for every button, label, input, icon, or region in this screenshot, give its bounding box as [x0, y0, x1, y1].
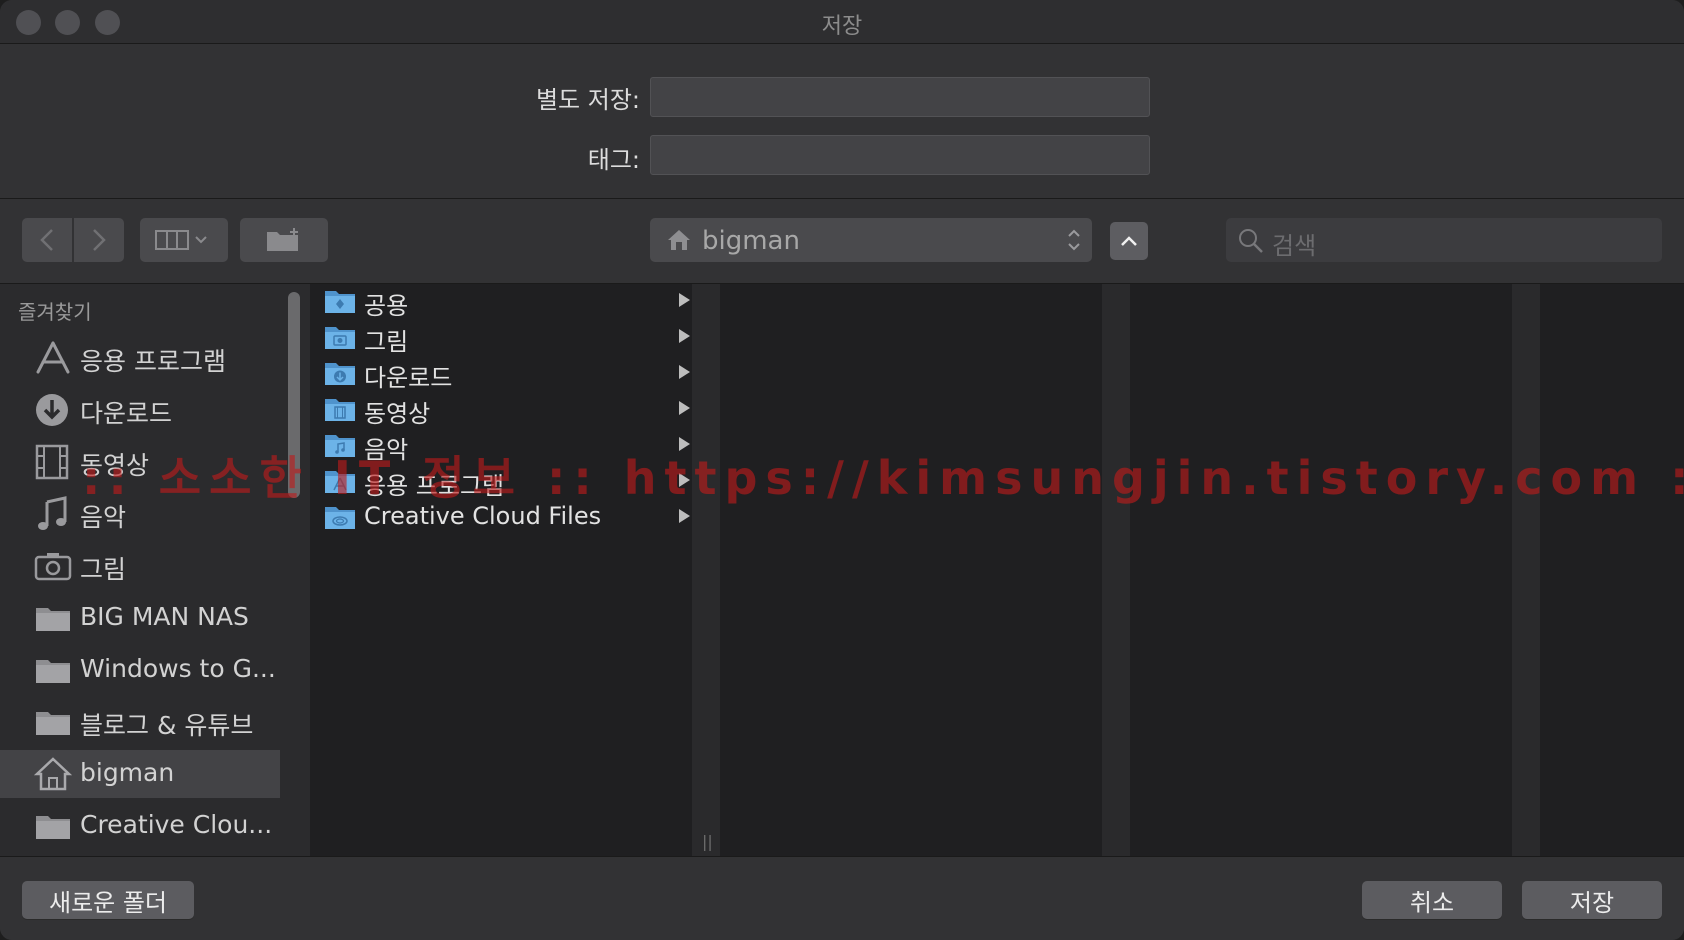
browser-column-4	[1540, 284, 1684, 856]
save-button[interactable]: 저장	[1522, 881, 1662, 919]
sidebar-item-downloads[interactable]: 다운로드	[0, 386, 280, 434]
disclosure-arrow-icon	[679, 293, 690, 307]
sidebar-header-favorites: 즐겨찾기	[18, 300, 92, 324]
disclosure-arrow-icon	[679, 509, 690, 523]
chevron-left-icon	[40, 229, 53, 251]
title-bar: 저장	[0, 0, 1684, 44]
sidebar-item-windows-to-go[interactable]: Windows to G...	[0, 646, 280, 694]
sidebar-item-pictures[interactable]: 그림	[0, 542, 280, 590]
sidebar-item-creative-cloud[interactable]: Creative Clou...	[0, 802, 280, 850]
disclosure-arrow-icon	[679, 437, 690, 451]
browser-column-2	[720, 284, 1102, 856]
sidebar-item-label: 다운로드	[80, 399, 173, 428]
file-row-pictures[interactable]: 그림	[324, 320, 690, 356]
public-folder-icon	[325, 291, 355, 313]
file-label: 동영상	[364, 400, 431, 428]
sidebar-item-label: Creative Clou...	[80, 810, 273, 839]
sidebar-item-label: 블로그 & 유튜브	[80, 711, 254, 740]
file-label: 다운로드	[364, 364, 453, 392]
sidebar-item-label: 그림	[80, 555, 127, 584]
sidebar-item-big-man-nas[interactable]: BIG MAN NAS	[0, 594, 280, 642]
file-label: 그림	[364, 328, 409, 356]
home-icon	[668, 230, 690, 250]
sidebar-item-label: bigman	[80, 758, 175, 787]
new-folder-toolbar-button[interactable]	[240, 218, 328, 262]
path-popup[interactable]: bigman	[650, 218, 1092, 262]
folder-icon	[36, 660, 70, 683]
save-as-label: 별도 저장:	[535, 86, 640, 114]
movies-folder-icon	[325, 399, 355, 421]
new-folder-icon	[267, 228, 298, 251]
window-title: 저장	[821, 14, 863, 39]
expand-collapse-button[interactable]	[1110, 222, 1148, 260]
column-separator	[692, 284, 720, 856]
column-view-icon	[155, 230, 207, 250]
browser-column-3	[1130, 284, 1512, 856]
forward-button[interactable]	[74, 218, 124, 262]
music-note-icon	[38, 496, 67, 530]
sidebar-scrollbar[interactable]	[288, 292, 300, 498]
sidebar-item-label: 응용 프로그램	[80, 347, 226, 376]
sidebar: 즐겨찾기 응용 프로그램 다운로드 동영상 음악 그림 BIG MAN NAS …	[0, 284, 282, 856]
download-icon	[36, 394, 68, 426]
search-placeholder: 검색	[1272, 232, 1317, 260]
sidebar-item-movies[interactable]: 동영상	[0, 438, 280, 486]
disclosure-arrow-icon	[679, 329, 690, 343]
tags-label: 태그:	[587, 146, 640, 174]
file-row-creative-cloud-files[interactable]: Creative Cloud Files	[324, 500, 690, 536]
downloads-folder-icon	[325, 363, 355, 385]
column-separator	[1102, 284, 1130, 856]
file-label: Creative Cloud Files	[364, 502, 602, 530]
home-icon	[34, 757, 72, 791]
form-divider	[0, 198, 1684, 199]
applications-icon	[36, 341, 70, 374]
file-label: 공용	[364, 292, 409, 320]
camera-icon	[34, 553, 72, 581]
bottom-bar: 새로운 폴더 취소 저장	[0, 856, 1684, 940]
search-field[interactable]: 검색	[1226, 218, 1662, 262]
file-label: 응용 프로그램	[364, 472, 505, 500]
new-folder-button[interactable]: 새로운 폴더	[22, 881, 194, 919]
file-row-applications[interactable]: 응용 프로그램	[324, 464, 690, 500]
chevron-up-icon	[1121, 236, 1137, 246]
disclosure-arrow-icon	[679, 401, 690, 415]
folder-icon	[36, 608, 70, 631]
back-button[interactable]	[22, 218, 72, 262]
save-as-field[interactable]	[650, 77, 1150, 117]
sidebar-item-label: 음악	[80, 503, 127, 532]
column-resize-grip[interactable]: ||	[702, 832, 713, 851]
sidebar-item-blog-youtube[interactable]: 블로그 & 유튜브	[0, 698, 280, 746]
cancel-button[interactable]: 취소	[1362, 881, 1502, 919]
applications-folder-icon	[325, 471, 355, 493]
sidebar-item-music[interactable]: 음악	[0, 490, 280, 538]
tags-field[interactable]	[650, 135, 1150, 175]
disclosure-arrow-icon	[679, 365, 690, 379]
disclosure-arrow-icon	[679, 473, 690, 487]
search-icon	[1239, 229, 1263, 253]
save-dialog: 저장 별도 저장: 태그: bigman 검색 즐겨찾기 응용 프로그램 다운로…	[0, 0, 1684, 940]
film-icon	[35, 444, 69, 480]
creative-cloud-folder-icon	[325, 507, 355, 529]
file-row-music[interactable]: 음악	[324, 428, 690, 464]
file-row-public[interactable]: 공용	[324, 284, 690, 320]
file-label: 음악	[364, 436, 409, 464]
folder-icon	[36, 816, 70, 839]
sidebar-item-bigman[interactable]: bigman	[0, 750, 280, 798]
music-folder-icon	[325, 435, 355, 457]
file-row-downloads[interactable]: 다운로드	[324, 356, 690, 392]
up-down-chevron-icon	[1068, 229, 1080, 251]
pictures-folder-icon	[325, 327, 355, 349]
sidebar-item-applications[interactable]: 응용 프로그램	[0, 334, 280, 382]
folder-icon	[36, 712, 70, 735]
path-location-label: bigman	[702, 226, 800, 256]
sidebar-item-label: BIG MAN NAS	[80, 602, 249, 631]
sidebar-item-label: Windows to G...	[80, 654, 276, 683]
view-mode-button[interactable]	[140, 218, 228, 262]
file-row-movies[interactable]: 동영상	[324, 392, 690, 428]
column-separator	[1512, 284, 1540, 856]
sidebar-item-label: 동영상	[80, 451, 150, 480]
chevron-right-icon	[93, 229, 106, 251]
